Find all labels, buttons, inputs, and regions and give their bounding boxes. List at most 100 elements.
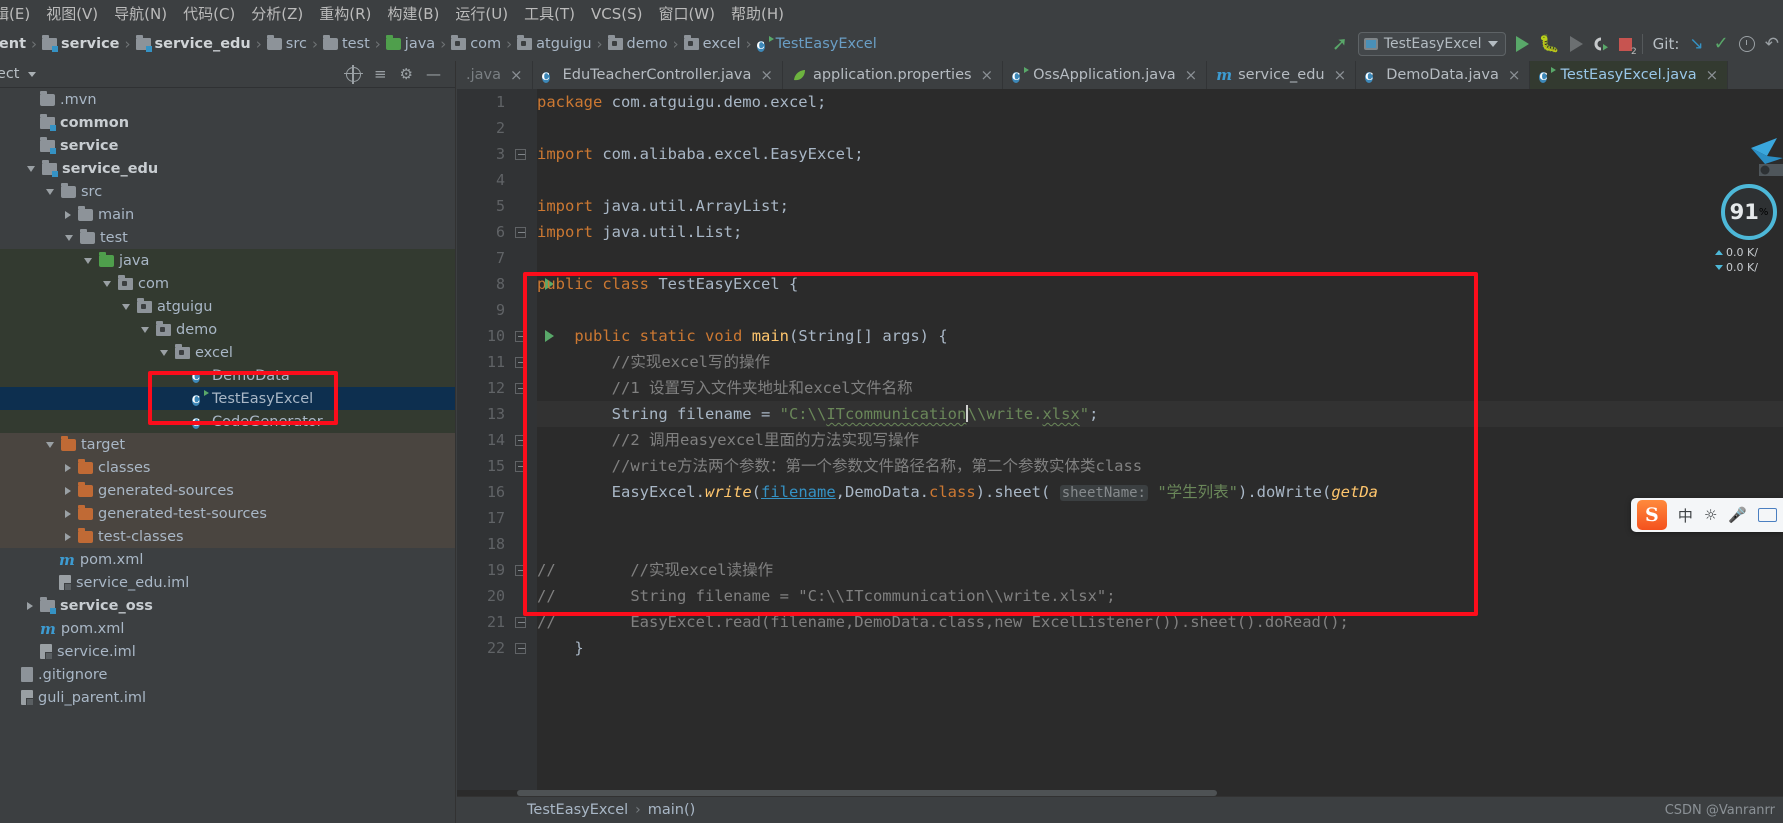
gear-icon[interactable]: ⚙: [400, 65, 413, 83]
tree-item-pom-xml[interactable]: m pom.xml: [0, 617, 455, 640]
fold-toggle-icon[interactable]: [515, 616, 526, 628]
tree-item-demodata[interactable]: C DemoData: [0, 364, 455, 387]
code-line[interactable]: EasyExcel.write(filename,DemoData.class)…: [537, 479, 1783, 505]
tree-item-demo[interactable]: demo: [0, 318, 455, 341]
tree-item-service-iml[interactable]: service.iml: [0, 640, 455, 663]
menu-item-10[interactable]: 窗口(W): [650, 1, 723, 26]
status-breadcrumb-class[interactable]: TestEasyExcel: [527, 802, 628, 818]
fold-cell[interactable]: [513, 401, 537, 427]
breadcrumb-item-arent[interactable]: arent: [0, 36, 26, 52]
twisty-right-icon[interactable]: [27, 601, 33, 610]
code-line[interactable]: //write方法两个参数：第一个参数文件路径名称，第二个参数实体类class: [537, 453, 1783, 479]
breadcrumb-item-src[interactable]: src: [266, 35, 307, 52]
tree-item-classes[interactable]: classes: [0, 456, 455, 479]
code-line[interactable]: [537, 245, 1783, 271]
fold-cell[interactable]: [513, 479, 537, 505]
breadcrumb-item-com[interactable]: com: [451, 35, 501, 52]
close-icon[interactable]: ×: [1508, 66, 1521, 84]
commit-icon[interactable]: ✓: [1714, 35, 1729, 53]
close-icon[interactable]: ×: [1706, 66, 1719, 84]
editor-body[interactable]: 1 2 3 4 5 6 7 8 9 10 11 12 13 14 15 16 17 18 19 20 21 22 pack…: [457, 89, 1783, 823]
twisty-down-icon[interactable]: [65, 234, 73, 241]
code-content[interactable]: package com.atguigu.demo.excel; import c…: [537, 89, 1783, 823]
menu-item-9[interactable]: VCS(S): [583, 3, 650, 25]
tree-item-generated-test-sources[interactable]: generated-test-sources: [0, 502, 455, 525]
breadcrumb-item-test[interactable]: test: [322, 35, 370, 52]
twisty-right-icon[interactable]: [65, 463, 71, 472]
tree-item--mvn[interactable]: .mvn: [0, 88, 455, 111]
fold-cell[interactable]: [513, 531, 537, 557]
menu-item-7[interactable]: 运行(U): [447, 1, 516, 26]
chevron-down-icon[interactable]: [1487, 41, 1498, 47]
code-line[interactable]: //2 调用easyexcel里面的方法实现写操作: [537, 427, 1783, 453]
tree-item-src[interactable]: src: [0, 180, 455, 203]
fold-cell[interactable]: [513, 609, 537, 635]
code-line[interactable]: public class TestEasyExcel {: [537, 271, 1783, 297]
tree-item-atguigu[interactable]: atguigu: [0, 295, 455, 318]
menu-item-2[interactable]: 导航(N): [106, 1, 175, 26]
code-line[interactable]: }: [537, 635, 1783, 661]
menu-item-3[interactable]: 代码(C): [175, 1, 243, 26]
tab-eduteachercontroller-java[interactable]: C EduTeacherController.java ×: [532, 61, 783, 89]
fold-cell[interactable]: [513, 193, 537, 219]
menu-item-4[interactable]: 分析(Z): [243, 1, 311, 26]
code-line[interactable]: String filename = "C:\\ITcommunication\\…: [537, 401, 1783, 427]
sogou-logo-icon[interactable]: S: [1636, 500, 1667, 530]
twisty-right-icon[interactable]: [65, 532, 71, 541]
fold-cell[interactable]: [513, 245, 537, 271]
twisty-down-icon[interactable]: [46, 441, 54, 448]
tree-item-target[interactable]: target: [0, 433, 455, 456]
tree-item-service_edu[interactable]: service_edu: [0, 157, 455, 180]
fold-cell[interactable]: [513, 557, 537, 583]
breadcrumb-item-testeasyexcel[interactable]: C TestEasyExcel: [756, 36, 877, 52]
tab-application-properties[interactable]: application.properties ×: [782, 61, 1004, 89]
code-line[interactable]: package com.atguigu.demo.excel;: [537, 89, 1783, 115]
close-icon[interactable]: ×: [510, 66, 523, 84]
code-line[interactable]: import java.util.List;: [537, 219, 1783, 245]
fold-cell[interactable]: [513, 505, 537, 531]
menu-item-11[interactable]: 帮助(H): [723, 1, 792, 26]
status-breadcrumb-method[interactable]: main(): [648, 802, 696, 818]
breadcrumb-item-excel[interactable]: excel: [683, 35, 741, 52]
collapse-all-icon[interactable]: ≡: [374, 66, 387, 82]
fold-cell[interactable]: [513, 219, 537, 245]
twisty-down-icon[interactable]: [141, 326, 149, 333]
run-icon[interactable]: [1515, 36, 1529, 52]
menu-item-6[interactable]: 构建(B): [379, 1, 447, 26]
fold-cell[interactable]: [513, 115, 537, 141]
fold-toggle-icon[interactable]: [515, 642, 526, 654]
twisty-right-icon[interactable]: [65, 509, 71, 518]
tree-item--gitignore[interactable]: .gitignore: [0, 663, 455, 686]
breadcrumb-item-atguigu[interactable]: atguigu: [517, 35, 592, 52]
menu-item-5[interactable]: 重构(R): [311, 1, 379, 26]
code-line[interactable]: [537, 531, 1783, 557]
menu-item-1[interactable]: 视图(V): [38, 1, 106, 26]
ime-toolbar[interactable]: S 中 ☼ 🎤: [1630, 498, 1783, 532]
emoji-icon[interactable]: ☼: [1704, 506, 1717, 524]
tab-testeasyexcel-java[interactable]: C TestEasyExcel.java ×: [1530, 61, 1729, 89]
run-configuration-selector[interactable]: TestEasyExcel: [1357, 32, 1506, 56]
close-icon[interactable]: ×: [1185, 66, 1198, 84]
tree-item-service_edu-iml[interactable]: service_edu.iml: [0, 571, 455, 594]
fold-toggle-icon[interactable]: [515, 330, 526, 342]
tree-item-generated-sources[interactable]: generated-sources: [0, 479, 455, 502]
tree-item-codegenerator[interactable]: C CodeGenerator: [0, 410, 455, 433]
fold-cell[interactable]: [513, 323, 554, 349]
ime-mode-toggle[interactable]: 中: [1678, 505, 1693, 526]
fold-cell[interactable]: [513, 349, 537, 375]
build-hammer-icon[interactable]: ➚: [1332, 34, 1348, 54]
code-line[interactable]: [537, 297, 1783, 323]
tree-item-common[interactable]: common: [0, 111, 455, 134]
tree-item-service[interactable]: service: [0, 134, 455, 157]
close-icon[interactable]: ×: [1334, 66, 1347, 84]
history-icon[interactable]: [1738, 36, 1755, 52]
fold-toggle-icon[interactable]: [515, 226, 526, 238]
run-coverage-icon[interactable]: [1593, 36, 1609, 52]
code-line[interactable]: [537, 505, 1783, 531]
breadcrumb-item-service[interactable]: service: [42, 35, 120, 52]
fold-toggle-icon[interactable]: [515, 356, 526, 368]
fold-cell[interactable]: [513, 89, 537, 115]
twisty-down-icon[interactable]: [46, 188, 54, 195]
code-line[interactable]: //1 设置写入文件夹地址和excel文件名称: [537, 375, 1783, 401]
code-line[interactable]: //实现excel写的操作: [537, 349, 1783, 375]
